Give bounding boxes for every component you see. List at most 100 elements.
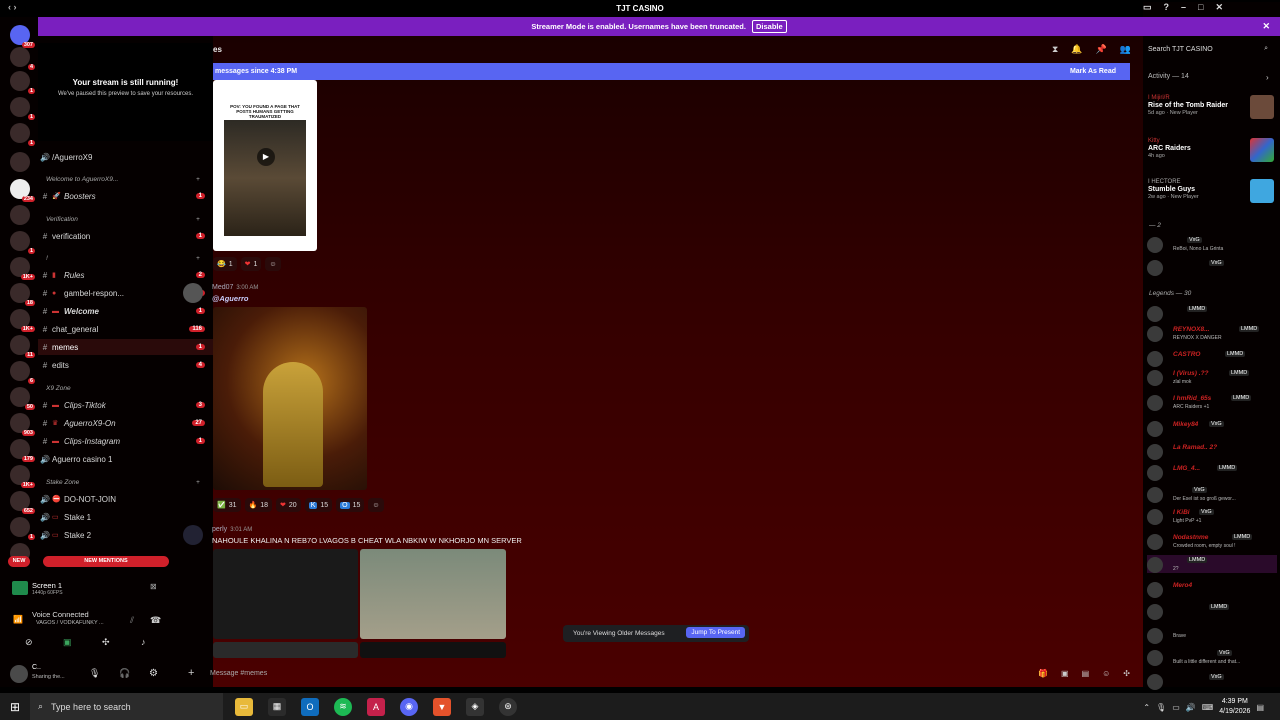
pin-icon[interactable]: 📌 bbox=[1096, 44, 1107, 55]
settings-icon[interactable]: ⚙ bbox=[149, 668, 158, 679]
member-item[interactable]: LMMD 2? bbox=[1147, 555, 1277, 573]
jump-to-present-button[interactable]: Jump To Present bbox=[686, 627, 745, 638]
close-banner-icon[interactable]: ✕ bbox=[1262, 21, 1270, 32]
category-verification[interactable]: Verification + bbox=[46, 216, 200, 223]
headphones-icon[interactable]: 🎧 bbox=[119, 668, 130, 679]
category-stake[interactable]: Stake Zone + bbox=[46, 479, 200, 486]
member-item[interactable]: VxG Built a little different and that... bbox=[1147, 648, 1277, 666]
channel-memes[interactable]: # memes 1 bbox=[38, 339, 213, 355]
camera-off-icon[interactable]: ⊘ bbox=[25, 637, 33, 648]
app-icon[interactable]: ◈ bbox=[466, 697, 484, 716]
gift-icon[interactable]: 🎁 bbox=[1038, 669, 1048, 678]
server-icon[interactable]: 4 bbox=[10, 47, 35, 70]
add-channel-icon[interactable]: + bbox=[196, 479, 200, 486]
server-icon[interactable]: 1 bbox=[10, 517, 35, 540]
noise-suppression-icon[interactable]: ⫽ bbox=[130, 615, 134, 626]
server-icon[interactable]: 234 bbox=[10, 179, 35, 202]
category-welcome[interactable]: Welcome to AguerroX9... + bbox=[46, 176, 200, 183]
video-thumbnail[interactable] bbox=[224, 120, 306, 236]
activity-header[interactable]: Activity — 14 bbox=[1148, 73, 1189, 80]
app-icon[interactable]: ⊛ bbox=[499, 697, 517, 716]
disable-streamer-button[interactable]: Disable bbox=[751, 20, 787, 33]
member-item[interactable]: I KiBi VxG Light PvP +1 bbox=[1147, 507, 1277, 525]
channel-verification[interactable]: # verification 1 bbox=[38, 228, 213, 244]
file-explorer-icon[interactable]: ▭ bbox=[235, 697, 253, 716]
new-mentions-bar[interactable]: NEW NEW MENTIONS bbox=[8, 556, 213, 569]
server-icon[interactable]: 1 bbox=[10, 97, 35, 120]
server-icon[interactable]: 1 bbox=[10, 231, 35, 254]
back-forward-icon[interactable]: ‹ › bbox=[8, 2, 17, 12]
outlook-icon[interactable]: O bbox=[301, 697, 319, 716]
gif-icon[interactable]: ▣ bbox=[1061, 669, 1069, 678]
sticker-icon[interactable]: ▤ bbox=[1082, 669, 1090, 678]
add-channel-icon[interactable]: + bbox=[196, 176, 200, 183]
discord-icon[interactable]: ◉ bbox=[400, 697, 418, 716]
attach-plus-icon[interactable]: + bbox=[188, 667, 210, 679]
member-item[interactable]: VxG ReBoi, Nono La Grinta bbox=[1147, 235, 1277, 253]
member-item[interactable]: Mero4 bbox=[1147, 580, 1277, 598]
server-icon[interactable] bbox=[10, 205, 30, 225]
microphone-icon[interactable]: 🎙 bbox=[1156, 703, 1166, 712]
voice-channel-stake-1[interactable]: 🔊 ▭ Stake 1 bbox=[38, 509, 213, 525]
store-icon[interactable]: ▦ bbox=[268, 697, 286, 716]
member-item[interactable]: LMMD bbox=[1147, 304, 1277, 322]
server-icon[interactable]: 18 bbox=[10, 283, 35, 306]
message-image[interactable]: POV: YOU FOUND A PAGE THAT POSTS HUMANS … bbox=[213, 80, 317, 251]
keyboard-icon[interactable]: ⌨ bbox=[1202, 703, 1214, 712]
member-item[interactable]: Nodastnme LMMD Crowded room, empty soul ! bbox=[1147, 532, 1277, 550]
channel-aguerrox9-on[interactable]: # ♛ AguerroX9-On 27 bbox=[38, 415, 213, 431]
app-icon[interactable]: A bbox=[367, 697, 385, 716]
threads-icon[interactable]: ⧗ bbox=[1052, 44, 1058, 55]
category-x9zone[interactable]: X9 Zone bbox=[46, 385, 71, 392]
member-item[interactable]: LMG_4... LMMD bbox=[1147, 463, 1277, 481]
server-icon[interactable] bbox=[10, 152, 30, 172]
search-icon[interactable]: ⌕ bbox=[1264, 45, 1268, 53]
spotify-icon[interactable]: ≋ bbox=[334, 697, 352, 716]
channel-boosters[interactable]: # 🚀 Boosters 1 bbox=[38, 188, 213, 204]
avatar[interactable] bbox=[183, 283, 203, 303]
reaction[interactable]: K 15 bbox=[304, 498, 333, 512]
member-item[interactable]: CASTRO LMMD bbox=[1147, 349, 1277, 367]
voice-channel-do-not-join[interactable]: 🔊 ⛔ DO-NOT-JOIN bbox=[38, 491, 213, 507]
category-bang[interactable]: ! + bbox=[46, 255, 200, 262]
apps-icon[interactable]: ✣ bbox=[1123, 669, 1130, 678]
new-mentions-button[interactable]: NEW MENTIONS bbox=[43, 556, 169, 567]
message-image[interactable] bbox=[213, 307, 367, 490]
server-icon[interactable]: 1 bbox=[10, 123, 35, 146]
brave-icon[interactable]: ▼ bbox=[433, 697, 451, 716]
voice-channel-name[interactable]: VAGOS / VODKAFUNKY ... bbox=[36, 620, 104, 626]
channel-rules[interactable]: # ▮ Rules 2 bbox=[38, 267, 213, 283]
new-messages-bar[interactable]: messages since 4:38 PM Mark As Read bbox=[213, 63, 1130, 80]
channel-chat-general[interactable]: # chat_general 116 bbox=[38, 321, 213, 337]
member-item[interactable]: VxG Der Esel ist so groß gewor... bbox=[1147, 485, 1277, 503]
activities-icon[interactable]: ✣ bbox=[102, 637, 110, 648]
server-icon[interactable]: 1K+ bbox=[10, 257, 35, 280]
server-icon[interactable]: 652 bbox=[10, 491, 35, 514]
add-reaction-icon[interactable]: ☺ bbox=[265, 257, 281, 271]
screen-share-active-icon[interactable]: ▣ bbox=[63, 637, 72, 648]
disconnect-icon[interactable]: ☎ bbox=[150, 615, 161, 626]
play-icon[interactable]: ▶ bbox=[257, 148, 275, 166]
add-channel-icon[interactable]: + bbox=[196, 216, 200, 223]
message-image[interactable] bbox=[360, 549, 506, 639]
home-server-icon[interactable]: 307 bbox=[10, 25, 35, 48]
member-item[interactable]: Mikey84 VxG bbox=[1147, 419, 1277, 437]
activity-item[interactable]: Kitty ARC Raiders 4h ago bbox=[1148, 138, 1278, 162]
soundboard-icon[interactable]: ♪ bbox=[141, 637, 146, 647]
channel-top-item[interactable]: 🔊/AguerroX9 bbox=[38, 149, 213, 165]
reaction[interactable]: 🔥 18 bbox=[244, 498, 273, 512]
reaction[interactable]: ✅ 31 bbox=[213, 498, 241, 512]
activity-item[interactable]: I Mijiri/R Rise of the Tomb Raider 5d ag… bbox=[1148, 95, 1278, 119]
member-item[interactable]: Brave bbox=[1147, 626, 1277, 644]
member-item[interactable]: LMMD bbox=[1147, 602, 1277, 620]
channel-welcome[interactable]: # ▬ Welcome 1 bbox=[38, 303, 213, 319]
microphone-icon[interactable]: 🎙 bbox=[89, 668, 100, 679]
screen-share-title[interactable]: Screen 1 bbox=[32, 581, 62, 590]
voice-channel-aguerro-casino[interactable]: 🔊 Aguerro casino 1 bbox=[38, 451, 213, 467]
member-item[interactable]: I (Virus) .?? LMMD zlal mok bbox=[1147, 368, 1277, 386]
taskbar-search[interactable]: ⌕ Type here to search bbox=[30, 693, 223, 720]
server-icon[interactable]: 50 bbox=[10, 387, 35, 410]
server-icon[interactable]: 11 bbox=[10, 335, 35, 358]
member-item[interactable]: VxG bbox=[1147, 672, 1277, 690]
member-item[interactable]: REYNOX8... LMMD REYNOX X DANGER bbox=[1147, 324, 1277, 342]
